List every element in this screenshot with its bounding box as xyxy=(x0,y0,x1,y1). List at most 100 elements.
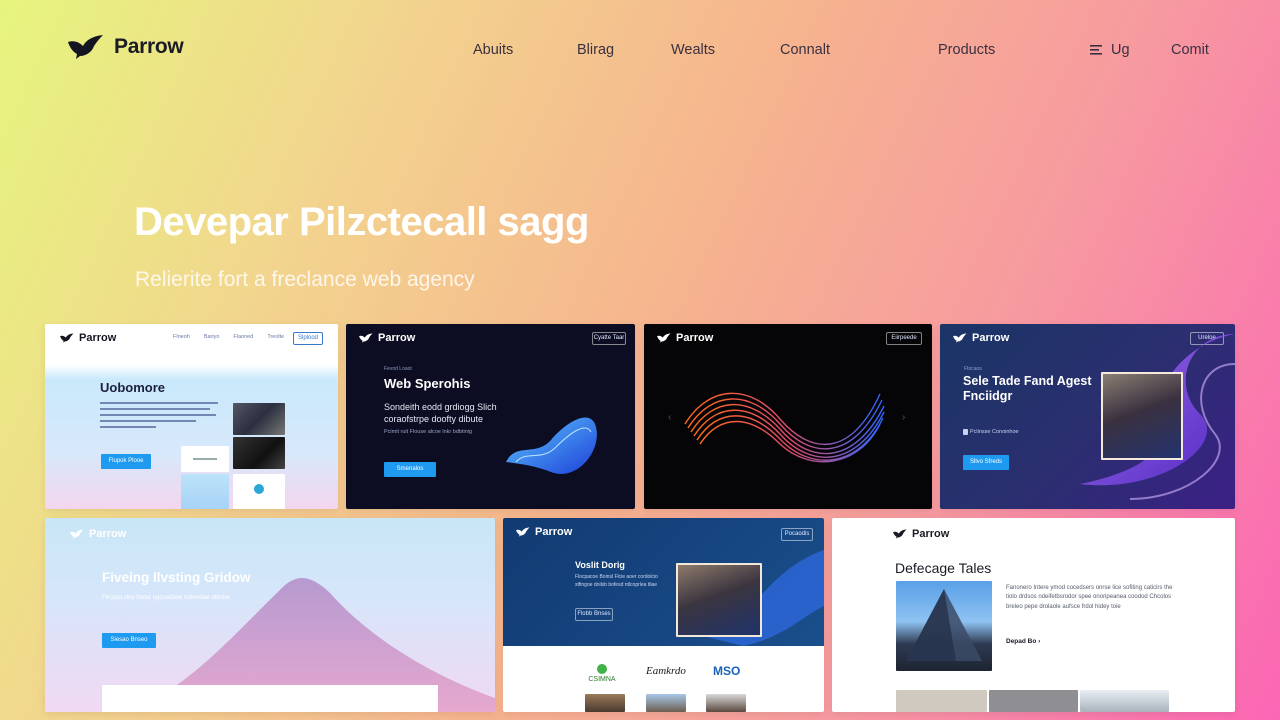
card-1-nav: Flneoh Bariyo Flaoned Treolte xyxy=(173,334,284,340)
bird-icon xyxy=(893,529,907,539)
card-2-logo-text: Parrow xyxy=(378,332,416,344)
bird-icon xyxy=(953,333,967,343)
card-7-heading: Defecage Tales xyxy=(895,560,992,576)
bird-icon xyxy=(68,35,103,59)
card-1-blue-tile xyxy=(181,474,229,509)
card-7-logo: Parrow xyxy=(892,528,949,540)
bird-icon xyxy=(657,333,671,343)
portfolio-card-7[interactable]: Parrow Defecage Tales Fanonero Intere ym… xyxy=(832,518,1235,712)
portrait-photo xyxy=(646,694,686,712)
brand-logo-2: Eamkrdo xyxy=(646,665,686,677)
laptop-photo xyxy=(233,437,285,469)
gallery-thumb xyxy=(1080,690,1169,712)
bird-icon xyxy=(70,529,84,539)
card-5-footer-bar xyxy=(102,685,438,712)
nav-link-blirag[interactable]: Blirag xyxy=(577,42,614,58)
bird-icon xyxy=(359,333,373,343)
hero-subtitle: Relierite fort a freclance web agency xyxy=(135,268,475,291)
card-6-button[interactable]: Flobb Bnses xyxy=(575,608,613,621)
card-4-logo: Parrow xyxy=(952,332,1009,344)
card-1-icon-tile xyxy=(233,474,285,509)
portfolio-card-3[interactable]: Parrow Eiirpeede ‹ › xyxy=(644,324,932,509)
card-1-text-lines xyxy=(100,402,220,428)
card-3-logo: Parrow xyxy=(656,332,713,344)
portrait-photo xyxy=(585,694,625,712)
swirl-art xyxy=(684,392,885,463)
brand-logo[interactable]: Parrow xyxy=(66,34,184,60)
card-1-tile xyxy=(181,446,229,472)
nav-signup-link[interactable]: Ug xyxy=(1089,42,1130,58)
card-2-top-button[interactable]: Cyatte Taar xyxy=(592,332,626,345)
card-5-body: Flrcopo slne fvelor ogcoedaoe oolovdiae … xyxy=(102,595,230,601)
wave-divider xyxy=(45,350,338,360)
card-1-heading: Uobomore xyxy=(100,380,165,395)
nav-link-wealts[interactable]: Wealts xyxy=(671,42,715,58)
card-1-logo-text: Parrow xyxy=(79,332,117,344)
brand-name: Parrow xyxy=(114,35,184,58)
couple-photo xyxy=(676,563,762,637)
card-5-button[interactable]: Siesao Bnseo xyxy=(102,633,156,648)
card-1-nav-item[interactable]: Treolte xyxy=(267,334,284,340)
wave-art xyxy=(506,417,597,474)
leaf-icon xyxy=(597,664,607,674)
shield-icon xyxy=(963,429,968,435)
card-4-logo-text: Parrow xyxy=(972,332,1010,344)
portfolio-card-6[interactable]: Parrow Pocaodis Voslit Dorig Flocpacoe B… xyxy=(503,518,824,712)
card-4-eyebrow: Ftocaos xyxy=(964,366,982,372)
pyramid-photo xyxy=(896,581,992,671)
bird-icon xyxy=(516,527,530,537)
menu-icon xyxy=(1090,45,1102,55)
portrait-photo xyxy=(706,694,746,712)
pyramid-art xyxy=(906,589,982,661)
card-2-heading: Web Sperohis xyxy=(384,376,471,391)
card-2-note: Pcimit ruit Flouse alcoe lnkr bdbtinig xyxy=(384,429,473,435)
card-5-logo: Parrow xyxy=(69,528,126,540)
card-7-link[interactable]: Depad Bo › xyxy=(1006,637,1040,647)
card-1-button[interactable]: Flupok Plooe xyxy=(101,454,151,469)
card-5-logo-text: Parrow xyxy=(89,528,127,540)
nav-signup-label: Ug xyxy=(1111,42,1130,58)
card-1-nav-button[interactable]: Slplood xyxy=(293,332,323,345)
nav-cta-link[interactable]: Comit xyxy=(1171,42,1209,58)
card-6-logo-text: Parrow xyxy=(535,526,573,538)
card-4-button[interactable]: Sllvo Sfreds xyxy=(963,455,1009,470)
globe-icon xyxy=(254,484,264,494)
card-6-heading: Voslit Dorig xyxy=(575,560,625,570)
portfolio-card-4[interactable]: Parrow Ureloe Ftocaos Sele Tade Fand Age… xyxy=(940,324,1235,509)
bird-icon xyxy=(60,333,74,343)
portfolio-card-1[interactable]: Parrow Flneoh Bariyo Flaoned Treolte Slp… xyxy=(45,324,338,509)
couple-photo xyxy=(1101,372,1183,460)
nav-link-connalt[interactable]: Connalt xyxy=(780,42,830,58)
card-6-logo: Parrow xyxy=(515,526,572,538)
card-4-heading: Sele Tade Fand Agest Fnciidgr xyxy=(963,374,1092,403)
card-5-heading: Fiveing Ilvsting Gridow xyxy=(102,570,251,585)
card-7-body: Fanonero Intere ymod cocedsers onrse lic… xyxy=(1006,585,1173,610)
card-1-nav-item[interactable]: Flneoh xyxy=(173,334,190,340)
card-6-top-button[interactable]: Pocaodis xyxy=(781,528,813,541)
chevron-left-icon[interactable]: ‹ xyxy=(668,412,671,423)
gallery-thumb xyxy=(896,690,987,712)
card-3-logo-text: Parrow xyxy=(676,332,714,344)
chevron-right-icon[interactable]: › xyxy=(902,412,905,423)
portfolio-card-5[interactable]: Parrow Fiveing Ilvsting Gridow Flrcopo s… xyxy=(45,518,495,712)
card-2-button[interactable]: Smenalos xyxy=(384,462,436,477)
card-2-logo: Parrow xyxy=(358,332,415,344)
brand-logo-3: MSO xyxy=(713,664,741,678)
card-1-nav-item[interactable]: Flaoned xyxy=(233,334,253,340)
card-4-body: Pclinsse Conoinhoe xyxy=(970,429,1019,435)
top-nav: Parrow Abuits Blirag Wealts Connalt Prod… xyxy=(0,0,1280,96)
card-6-body: Flocpacoe Boinsl Flcie aoer cordolcio st… xyxy=(575,574,658,588)
brand-logo-1: CSIMNA xyxy=(585,664,619,683)
gallery-thumb xyxy=(989,690,1078,712)
brand-logo-1-label: CSIMNA xyxy=(588,676,616,683)
card-7-logo-text: Parrow xyxy=(912,528,950,540)
nav-link-abuits[interactable]: Abuits xyxy=(473,42,513,58)
portfolio-card-2[interactable]: Parrow Cyatte Taar Fevod Loaot Web Spero… xyxy=(346,324,635,509)
team-photo xyxy=(233,403,285,435)
nav-link-products[interactable]: Products xyxy=(938,42,995,58)
card-1-logo: Parrow xyxy=(59,332,116,344)
card-1-nav-item[interactable]: Bariyo xyxy=(204,334,220,340)
card-2-eyebrow: Fevod Loaot xyxy=(384,366,412,372)
card-3-top-button[interactable]: Eiirpeede xyxy=(886,332,922,345)
hero-title: Devepar Pilzctecall sagg xyxy=(134,200,589,244)
